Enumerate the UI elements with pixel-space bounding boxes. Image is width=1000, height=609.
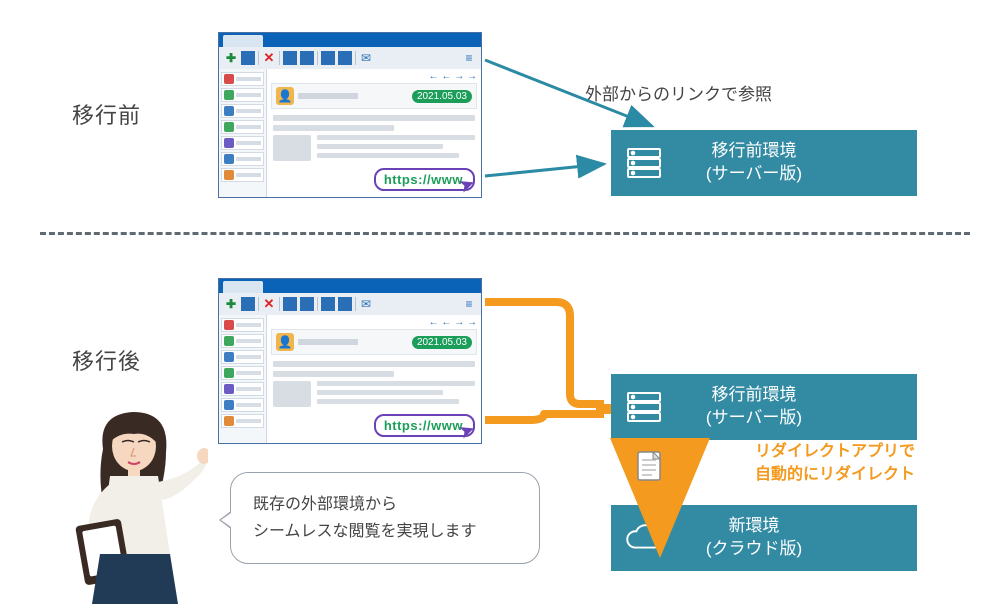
doc-icon[interactable] — [337, 296, 353, 312]
annotation-redirect: リダイレクトアプリで 自動的にリダイレクト — [715, 440, 955, 486]
list-item[interactable] — [221, 168, 264, 182]
app-window-before: ✚ ✕ ✉ ≡ ← ← → → 👤 2021.05.03 — [218, 32, 482, 198]
list-item[interactable] — [221, 414, 264, 428]
date-badge: 2021.05.03 — [412, 90, 472, 103]
section-divider — [40, 232, 970, 235]
app-window-after: ✚ ✕ ✉ ≡ ← ← → → 👤 2021.05.03 — [218, 278, 482, 444]
list-item[interactable] — [221, 398, 264, 412]
app-toolbar: ✚ ✕ ✉ ≡ — [219, 47, 481, 69]
mail-icon[interactable]: ✉ — [358, 296, 374, 312]
server-icon — [623, 142, 665, 184]
doc-icon[interactable] — [282, 296, 298, 312]
env-new: 新環境 (クラウド版) — [611, 505, 917, 571]
list-item[interactable] — [221, 72, 264, 86]
add-icon[interactable]: ✚ — [223, 50, 239, 66]
content-pane: ← ← → → 👤 2021.05.03 https://www ➤ — [267, 69, 481, 197]
list-item[interactable] — [221, 104, 264, 118]
app-tab[interactable] — [223, 35, 263, 47]
cursor-icon: ➤ — [457, 419, 478, 443]
list-item[interactable] — [221, 318, 264, 332]
server-icon — [623, 386, 665, 428]
avatar-icon: 👤 — [276, 333, 294, 351]
list-item[interactable] — [221, 350, 264, 364]
close-icon[interactable]: ✕ — [261, 296, 277, 312]
avatar-icon: 👤 — [276, 87, 294, 105]
doc-icon[interactable] — [240, 296, 256, 312]
url-badge[interactable]: https://www ➤ — [374, 168, 475, 191]
list-item[interactable] — [221, 334, 264, 348]
doc-icon[interactable] — [282, 50, 298, 66]
env-old-after: 移行前環境 (サーバー版) — [611, 374, 917, 440]
sidebar — [219, 69, 267, 197]
add-icon[interactable]: ✚ — [223, 296, 239, 312]
doc-icon[interactable] — [299, 50, 315, 66]
nav-arrows[interactable]: ← ← → → — [271, 69, 477, 83]
section-label-before: 移行前 — [72, 98, 141, 130]
doc-icon[interactable] — [240, 50, 256, 66]
list-item[interactable] — [221, 136, 264, 150]
list-item[interactable] — [221, 120, 264, 134]
nav-arrows[interactable]: ← ← → → — [271, 315, 477, 329]
menu-icon[interactable]: ≡ — [461, 50, 477, 66]
menu-icon[interactable]: ≡ — [461, 296, 477, 312]
content-header: 👤 2021.05.03 — [271, 83, 477, 109]
separator — [258, 51, 259, 65]
section-label-after: 移行後 — [72, 344, 141, 376]
list-item[interactable] — [221, 382, 264, 396]
mail-icon[interactable]: ✉ — [358, 50, 374, 66]
list-item[interactable] — [221, 152, 264, 166]
url-badge[interactable]: https://www ➤ — [374, 414, 475, 437]
doc-icon[interactable] — [337, 50, 353, 66]
list-item[interactable] — [221, 366, 264, 380]
doc-icon[interactable] — [320, 296, 336, 312]
doc-icon[interactable] — [299, 296, 315, 312]
close-icon[interactable]: ✕ — [261, 50, 277, 66]
thumbnail — [273, 135, 311, 161]
cloud-icon — [623, 517, 665, 559]
env-old-before: 移行前環境 (サーバー版) — [611, 130, 917, 196]
app-tabs — [219, 33, 481, 47]
person-illustration — [58, 404, 208, 599]
cursor-icon: ➤ — [457, 173, 478, 197]
date-badge: 2021.05.03 — [412, 336, 472, 349]
speech-bubble: 既存の外部環境から シームレスな閲覧を実現します — [230, 472, 540, 564]
list-item[interactable] — [221, 88, 264, 102]
doc-icon[interactable] — [320, 50, 336, 66]
annotation-external-link: 外部からのリンクで参照 — [585, 80, 772, 105]
